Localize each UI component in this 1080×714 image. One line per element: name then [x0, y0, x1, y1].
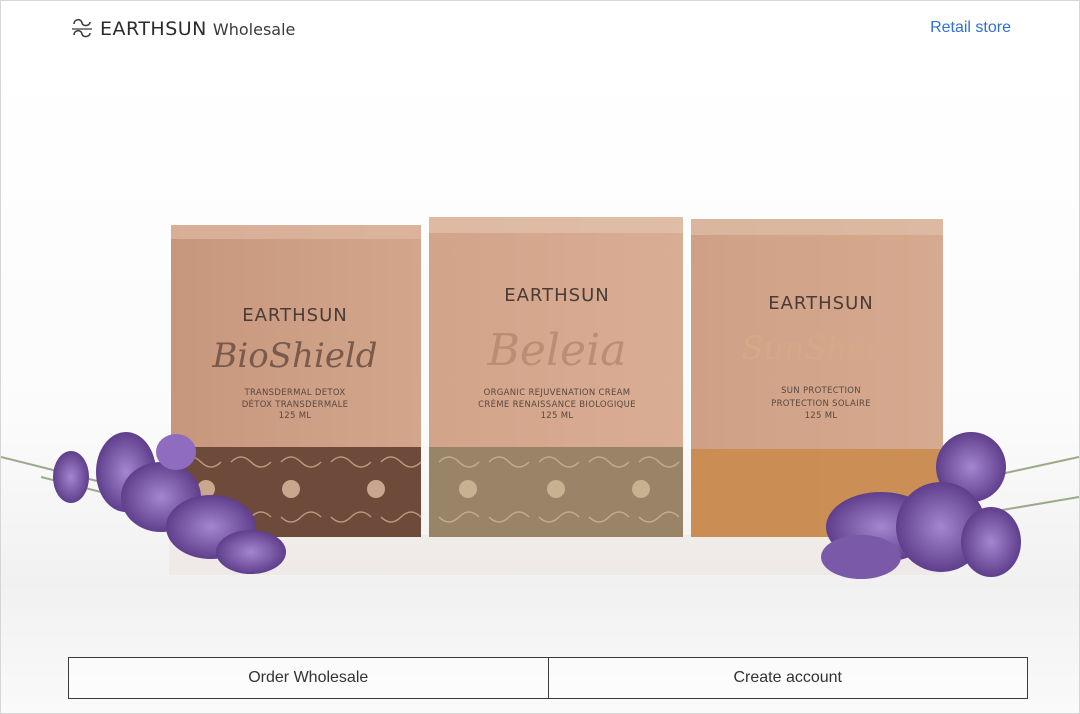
brand-subtitle: Wholesale: [212, 19, 296, 39]
order-wholesale-button[interactable]: Order Wholesale: [69, 658, 549, 698]
box3-brand: EARTHSUN: [768, 293, 873, 314]
product-box-sunsheer: [691, 219, 943, 537]
box3-size: 125 ML: [805, 411, 838, 421]
action-bar: Order Wholesale Create account: [68, 657, 1028, 699]
product-box-bioshield: [171, 225, 422, 537]
box2-line1: ORGANIC REJUVENATION CREAM: [484, 388, 631, 398]
box1-brand: EARTHSUN: [242, 305, 347, 326]
box2-name: Beleia: [487, 325, 627, 376]
box3-name: SunSheer: [742, 329, 903, 367]
earthsun-logo-icon: [72, 18, 92, 38]
box2-brand: EARTHSUN: [504, 285, 609, 306]
site-header: EARTHSUN Wholesale Retail store: [1, 1, 1079, 57]
page-frame: EARTHSUN Wholesale Retail store EARTHSUN…: [0, 0, 1080, 714]
box1-size: 125 ML: [279, 411, 312, 421]
box3-line1: SUN PROTECTION: [781, 386, 861, 396]
box3-line2: PROTECTION SOLAIRE: [771, 399, 871, 409]
logo-link[interactable]: EARTHSUN Wholesale: [70, 16, 295, 42]
retail-store-link[interactable]: Retail store: [930, 19, 1011, 37]
hero-image: EARTHSUN BioShield TRANSDERMAL DETOX DÉT…: [1, 57, 1079, 713]
brand-name: EARTHSUN: [100, 18, 207, 40]
box1-name: BioShield: [211, 336, 377, 376]
box1-line1: TRANSDERMAL DETOX: [244, 388, 346, 398]
box2-line2: CRÈME RENAISSANCE BIOLOGIQUE: [478, 398, 636, 410]
box2-size: 125 ML: [541, 411, 574, 421]
box1-line2: DÉTOX TRANSDERMALE: [242, 398, 349, 410]
product-box-beleia: [429, 217, 683, 537]
create-account-button[interactable]: Create account: [549, 658, 1028, 698]
